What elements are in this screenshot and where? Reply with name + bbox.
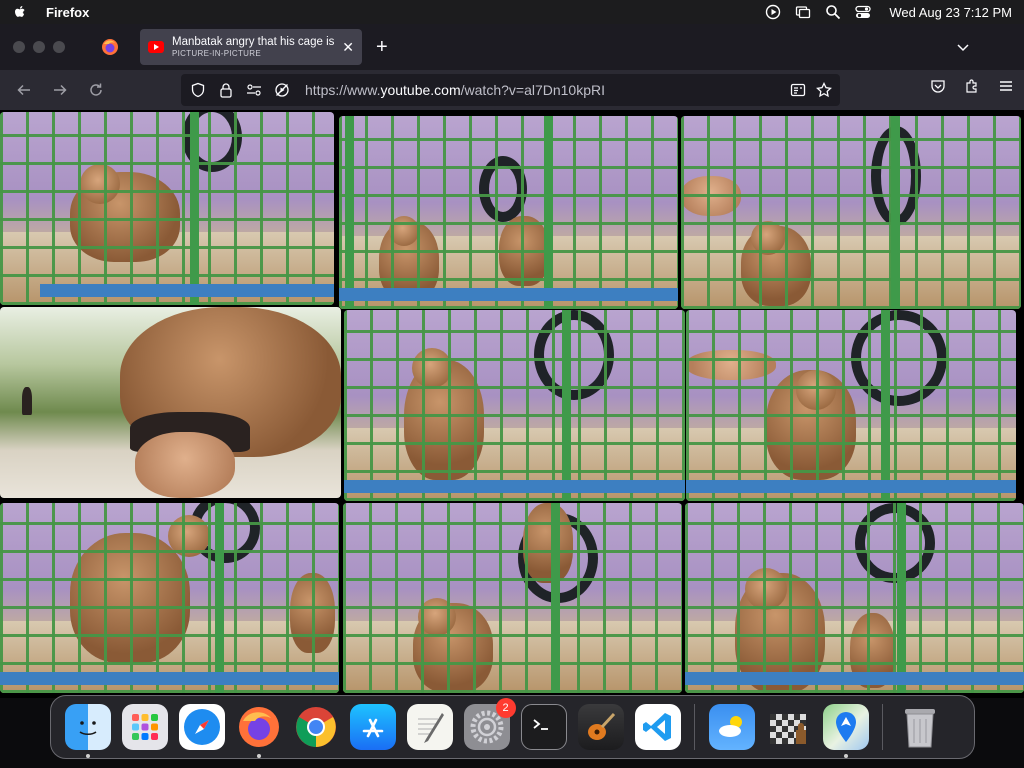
url-prefix: https://www. — [305, 82, 381, 98]
forward-button[interactable] — [44, 74, 76, 106]
chess-board-icon — [769, 714, 806, 744]
video-frame-1[interactable] — [0, 112, 334, 305]
video-frame-9[interactable] — [685, 503, 1024, 693]
dock-textedit[interactable] — [406, 704, 453, 750]
tab-strip: Manbatak angry that his cage is PICTURE-… — [0, 24, 1024, 70]
video-frame-2[interactable] — [339, 116, 678, 309]
hamburger-menu-icon[interactable] — [998, 78, 1014, 94]
dock-chess[interactable] — [766, 704, 812, 750]
padlock-icon[interactable] — [217, 81, 235, 99]
dock-terminal[interactable] — [520, 704, 567, 750]
url-path: /watch?v=al7Dn10kpRI — [460, 82, 606, 98]
dock-launchpad[interactable] — [121, 704, 168, 750]
video-frame-8[interactable] — [343, 503, 682, 693]
close-window-button[interactable] — [13, 41, 25, 53]
dock-system-settings[interactable]: 2 — [463, 698, 516, 750]
reader-view-icon[interactable] — [790, 82, 806, 98]
dock-weather[interactable] — [708, 704, 755, 750]
weather-cloud-icon — [718, 716, 742, 737]
running-indicator — [256, 754, 261, 758]
dock-garageband[interactable] — [577, 704, 624, 750]
menu-bar: Firefox Wed Aug 23 7:12 PM — [0, 0, 1024, 24]
vscode-icon — [642, 713, 671, 741]
dock-safari[interactable] — [178, 704, 225, 750]
video-frame-6[interactable] — [686, 310, 1016, 501]
pocket-icon[interactable] — [930, 78, 946, 94]
now-playing-icon[interactable] — [765, 4, 781, 20]
permissions-icon[interactable] — [245, 81, 263, 99]
url-text[interactable]: https://www.youtube.com/watch?v=al7Dn10k… — [305, 82, 605, 98]
dock-trash[interactable] — [897, 704, 943, 750]
tracking-protection-shield-icon[interactable] — [189, 81, 207, 99]
textedit-pen-icon — [417, 713, 444, 743]
dock-maps[interactable] — [822, 704, 869, 758]
dock-app-store[interactable] — [349, 704, 396, 750]
dock-separator — [882, 704, 883, 750]
urlbar-actions — [790, 82, 832, 98]
zoom-window-button[interactable] — [53, 41, 65, 53]
dock-vscode[interactable] — [634, 704, 681, 750]
notification-badge: 2 — [495, 698, 516, 718]
dock: 2 — [50, 695, 975, 759]
terminal-prompt-icon — [532, 719, 548, 730]
apple-logo-icon[interactable] — [12, 4, 28, 20]
guitar-icon — [587, 712, 615, 740]
firefox-icon — [102, 39, 118, 55]
chrome-icon — [295, 707, 336, 747]
launchpad-grid-icon — [131, 714, 158, 740]
list-all-tabs-chevron-down-icon[interactable] — [956, 40, 970, 54]
video-frame-4[interactable] — [0, 307, 341, 498]
video-frame-3[interactable] — [681, 116, 1021, 309]
finder-face-icon — [79, 721, 96, 736]
minimize-window-button[interactable] — [33, 41, 45, 53]
new-tab-button[interactable]: + — [376, 36, 388, 59]
window-controls — [0, 41, 86, 53]
video-frame-7[interactable] — [0, 503, 339, 693]
autoplay-blocked-icon[interactable] — [273, 81, 291, 99]
tab-title: Manbatak angry that his cage is — [172, 36, 335, 48]
navigation-toolbar: https://www.youtube.com/watch?v=al7Dn10k… — [0, 70, 1024, 110]
maps-pin-icon — [835, 712, 856, 742]
extensions-puzzle-icon[interactable] — [964, 78, 980, 94]
spotlight-search-icon[interactable] — [825, 4, 841, 20]
menubar-app-name[interactable]: Firefox — [46, 5, 89, 20]
app-store-icon — [362, 718, 383, 738]
arrow-left-icon — [17, 84, 30, 96]
dock-firefox[interactable] — [236, 704, 282, 758]
menubar-clock[interactable]: Wed Aug 23 7:12 PM — [889, 5, 1012, 20]
arrow-right-icon — [54, 84, 67, 96]
video-thumbnail-grid — [0, 110, 1024, 698]
dock-finder[interactable] — [64, 704, 111, 758]
menubar-status-area: Wed Aug 23 7:12 PM — [765, 4, 1012, 20]
url-domain: youtube.com — [380, 82, 461, 98]
address-bar[interactable]: https://www.youtube.com/watch?v=al7Dn10k… — [181, 74, 840, 106]
control-center-icon[interactable] — [855, 4, 872, 20]
pinned-tab-firefox[interactable] — [86, 29, 134, 65]
reload-icon — [90, 83, 102, 96]
firefox-icon — [238, 707, 279, 747]
video-frame-5[interactable] — [344, 310, 685, 501]
screen-mirroring-icon[interactable] — [795, 4, 811, 20]
running-indicator — [843, 754, 848, 758]
dock-separator — [694, 704, 695, 750]
tab-subtitle: PICTURE-IN-PICTURE — [172, 49, 261, 58]
back-button[interactable] — [8, 74, 40, 106]
bookmark-star-icon[interactable] — [816, 82, 832, 98]
tab-active[interactable]: Manbatak angry that his cage is PICTURE-… — [140, 29, 362, 65]
trash-icon — [904, 709, 935, 748]
running-indicator — [85, 754, 90, 758]
close-tab-icon[interactable]: ✕ — [342, 39, 354, 56]
toolbar-right — [930, 78, 1014, 94]
dock-chrome[interactable] — [293, 704, 339, 750]
reload-button[interactable] — [80, 74, 112, 106]
safari-compass-icon — [183, 709, 220, 745]
youtube-favicon-icon — [148, 41, 164, 53]
